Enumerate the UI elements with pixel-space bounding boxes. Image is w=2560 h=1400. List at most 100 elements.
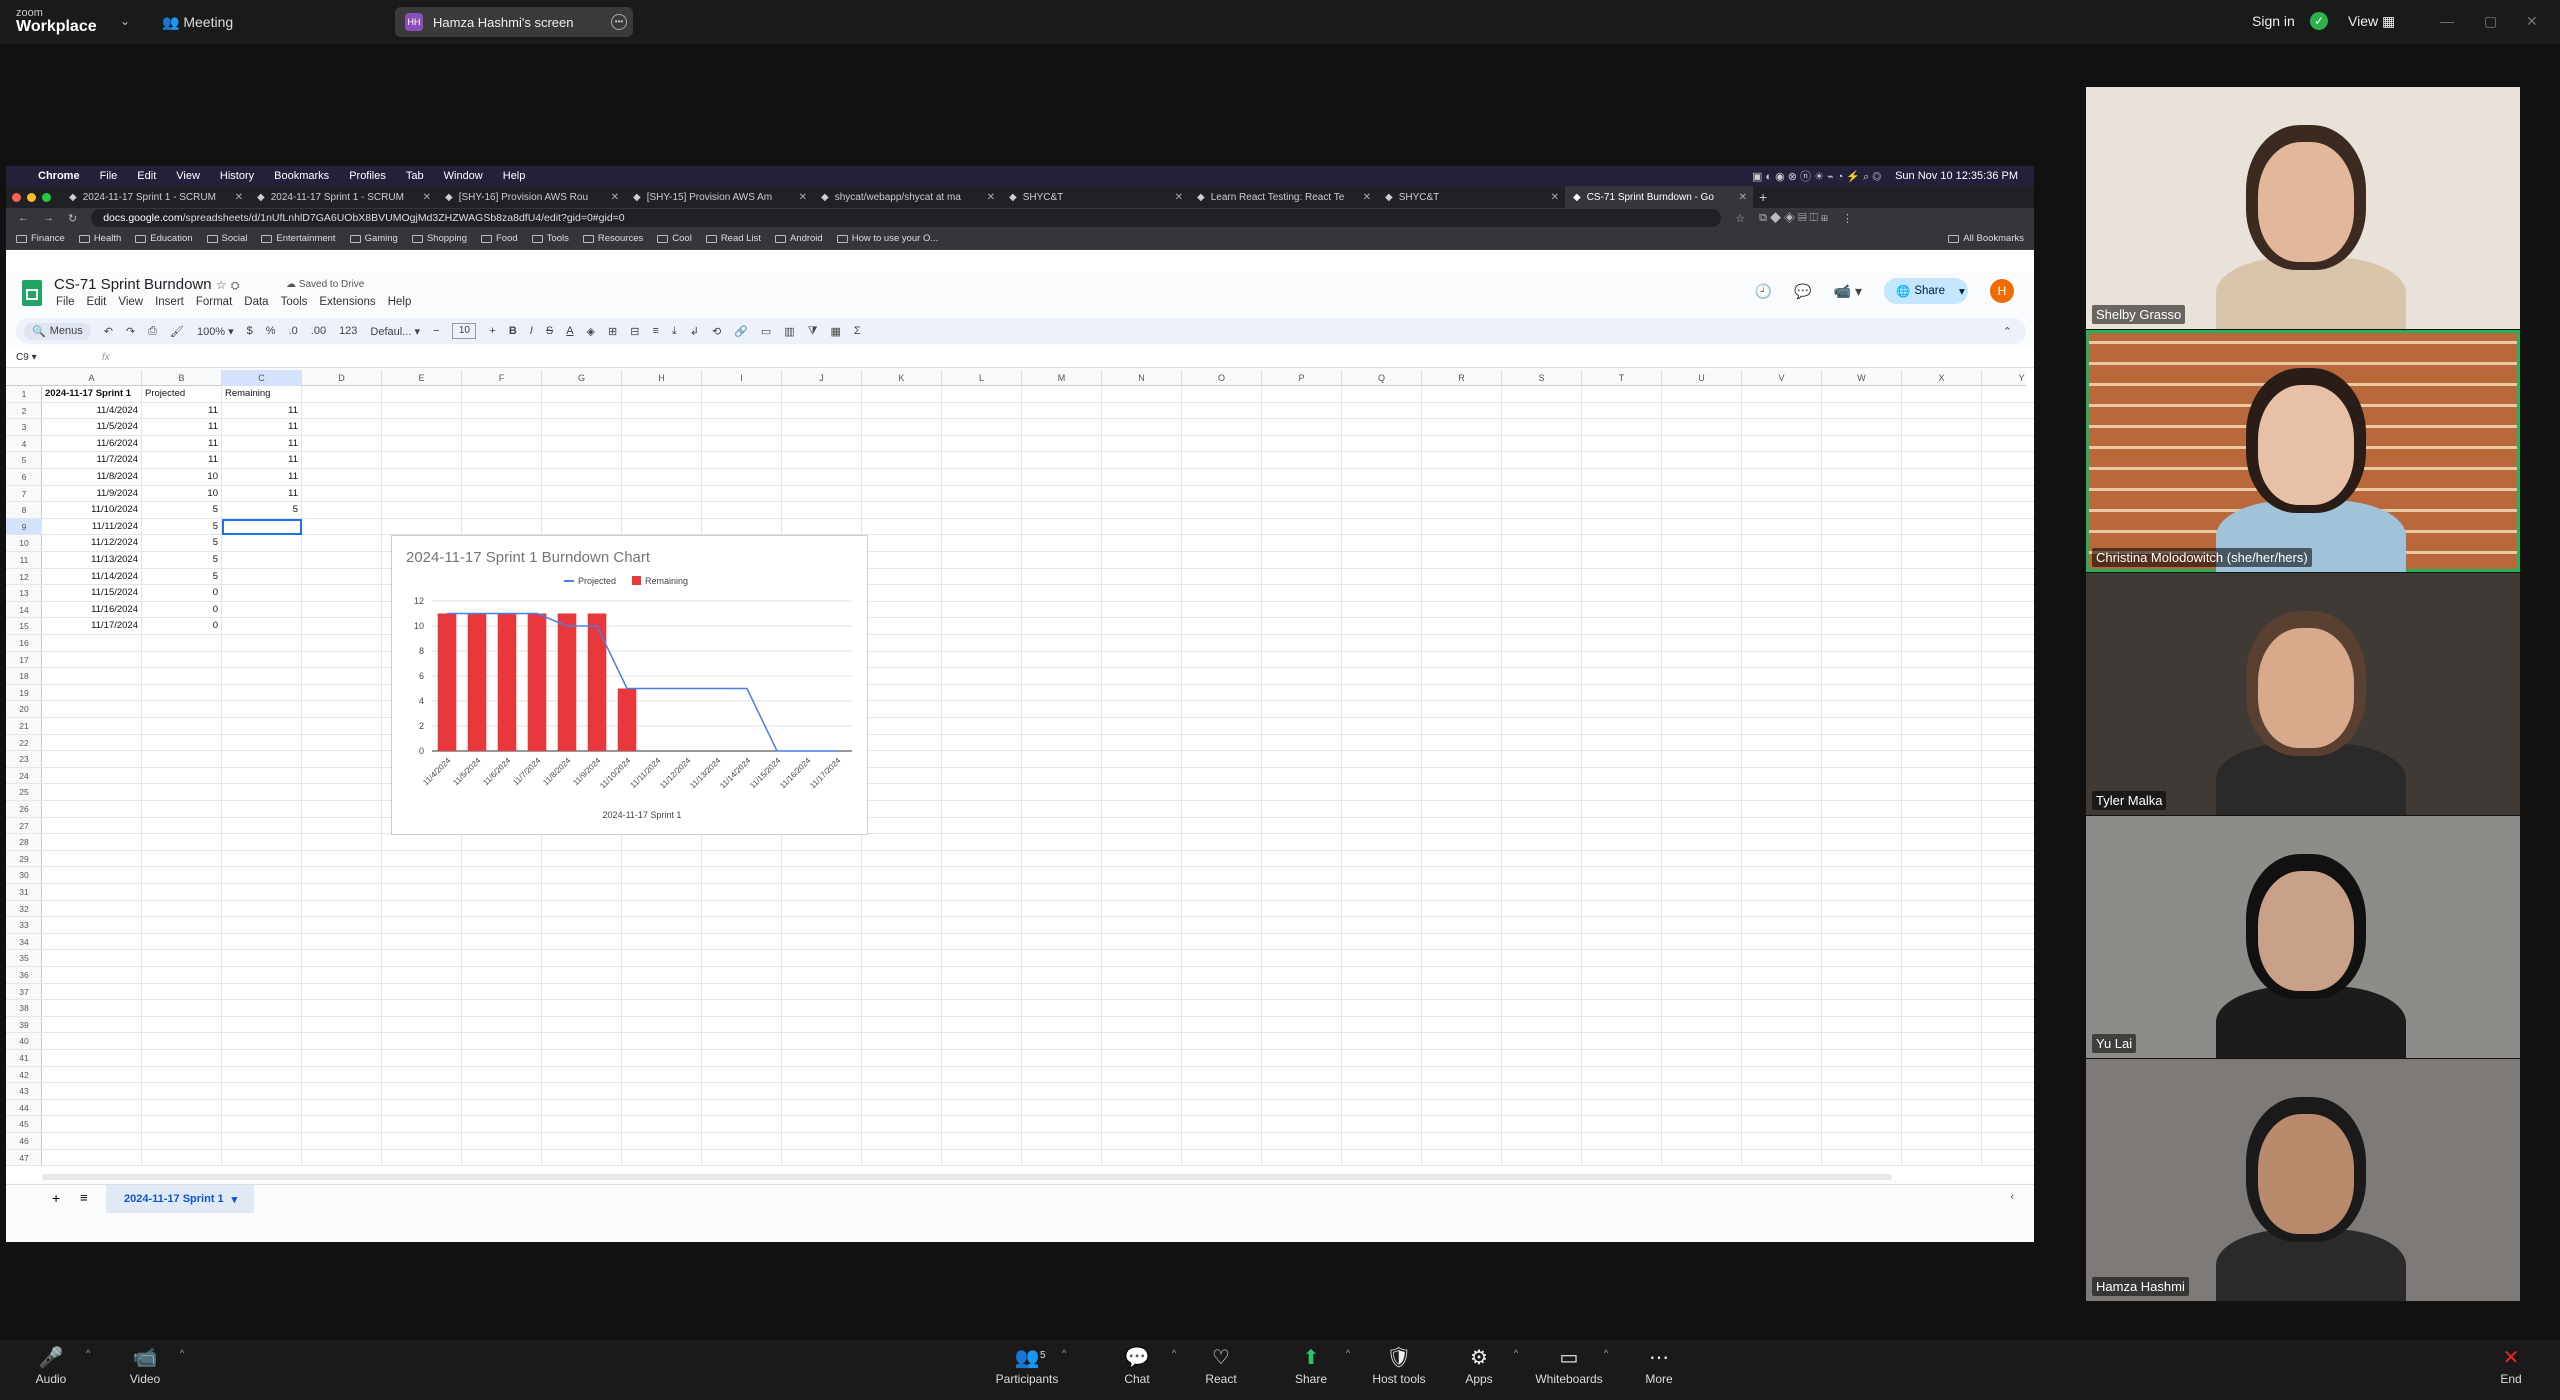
chevron-up-icon[interactable]: ^: [1062, 1348, 1066, 1358]
participants-button[interactable]: 👥 Participants 5 ^: [982, 1344, 1072, 1386]
apps-button[interactable]: ⚙ Apps ^: [1434, 1344, 1524, 1386]
more-icon[interactable]: •••: [611, 14, 627, 30]
table-cell[interactable]: 11/17/2024: [45, 618, 138, 635]
text-color-icon[interactable]: A: [566, 325, 573, 337]
sheets-menu-edit[interactable]: Edit: [87, 296, 107, 308]
row-header[interactable]: 14: [6, 602, 42, 619]
participant-tile[interactable]: Hamza Hashmi: [2086, 1059, 2520, 1301]
participant-tile[interactable]: Tyler Malka: [2086, 573, 2520, 815]
bookmark-item[interactable]: Food: [481, 233, 518, 244]
table-cell[interactable]: 0: [145, 602, 218, 619]
table-cell[interactable]: [225, 618, 298, 635]
more-button[interactable]: ⋯ More: [1614, 1344, 1704, 1386]
browser-tab[interactable]: ◆ [SHY-15] Provision AWS Am ✕: [625, 186, 813, 208]
column-header[interactable]: P: [1262, 370, 1342, 386]
column-header[interactable]: C: [222, 370, 302, 386]
add-sheet-icon[interactable]: +: [52, 1190, 60, 1206]
font-size-input[interactable]: 10: [452, 323, 477, 339]
back-icon[interactable]: ←: [18, 212, 29, 224]
table-cell[interactable]: 5: [145, 569, 218, 586]
host-tools-button[interactable]: 🛡 Host tools: [1354, 1344, 1444, 1386]
sign-in-button[interactable]: Sign in: [2252, 13, 2295, 29]
star-icon[interactable]: ☆: [1735, 212, 1745, 225]
row-header[interactable]: 8: [6, 502, 42, 519]
valign-icon[interactable]: ⤓: [672, 325, 677, 338]
column-header[interactable]: S: [1502, 370, 1582, 386]
sheets-logo-icon[interactable]: [22, 280, 42, 306]
row-header[interactable]: 29: [6, 851, 42, 868]
bold-icon[interactable]: B: [509, 325, 517, 337]
chevron-up-icon[interactable]: ^: [180, 1348, 184, 1358]
search-menus[interactable]: 🔍 Menus: [24, 322, 91, 340]
close-icon[interactable]: ✕: [2526, 13, 2538, 30]
row-header[interactable]: 36: [6, 967, 42, 984]
row-header[interactable]: 19: [6, 685, 42, 702]
column-header[interactable]: E: [382, 370, 462, 386]
view-button[interactable]: View ▦: [2348, 13, 2395, 30]
user-avatar[interactable]: H: [1990, 279, 2014, 303]
chevron-down-icon[interactable]: ▾: [1959, 284, 1965, 298]
participant-tile[interactable]: Christina Molodowitch (she/her/hers): [2086, 330, 2520, 572]
row-header[interactable]: 22: [6, 735, 42, 752]
table-cell[interactable]: 11/8/2024: [45, 469, 138, 486]
all-bookmarks[interactable]: All Bookmarks: [1948, 233, 2024, 244]
table-cell[interactable]: 11/5/2024: [45, 419, 138, 436]
table-cell[interactable]: 11/14/2024: [45, 569, 138, 586]
mac-menu-help[interactable]: Help: [503, 170, 526, 182]
chevron-down-icon[interactable]: ⌄: [120, 14, 130, 28]
participant-tile[interactable]: Yu Lai: [2086, 816, 2520, 1058]
row-header[interactable]: 1: [6, 386, 42, 403]
table-cell[interactable]: 11: [225, 419, 298, 436]
row-header[interactable]: 25: [6, 784, 42, 801]
sheets-menu-tools[interactable]: Tools: [281, 296, 308, 308]
table-cell[interactable]: Remaining: [225, 386, 298, 403]
link-icon[interactable]: 🔗: [734, 325, 748, 338]
chevron-down-icon[interactable]: ▾: [232, 1193, 238, 1206]
row-header[interactable]: 10: [6, 535, 42, 552]
chart-bar[interactable]: [557, 613, 577, 752]
bookmark-item[interactable]: Gaming: [349, 233, 398, 244]
filter-views-icon[interactable]: ▦: [831, 325, 841, 338]
fill-color-icon[interactable]: ◈: [587, 325, 595, 338]
close-tab-icon[interactable]: ✕: [799, 192, 807, 203]
table-cell[interactable]: 11/16/2024: [45, 602, 138, 619]
close-tab-icon[interactable]: ✕: [235, 192, 243, 203]
row-header[interactable]: 33: [6, 917, 42, 934]
table-cell[interactable]: 5: [145, 502, 218, 519]
undo-icon[interactable]: ↶: [104, 325, 113, 338]
name-box[interactable]: C9 ▾: [16, 352, 37, 363]
column-header[interactable]: F: [462, 370, 542, 386]
table-cell[interactable]: 11/12/2024: [45, 535, 138, 552]
table-cell[interactable]: 11: [225, 403, 298, 420]
bookmark-item[interactable]: Cool: [657, 233, 692, 244]
end-button[interactable]: ✕ End: [2466, 1344, 2556, 1386]
row-header[interactable]: 44: [6, 1100, 42, 1117]
table-cell[interactable]: 11: [145, 452, 218, 469]
sheets-menu-format[interactable]: Format: [196, 296, 232, 308]
column-header[interactable]: X: [1902, 370, 1982, 386]
table-cell[interactable]: 0: [145, 618, 218, 635]
comment-icon[interactable]: ▭: [761, 325, 771, 338]
browser-tab[interactable]: ◆ 2024-11-17 Sprint 1 - SCRUM ✕: [249, 186, 437, 208]
mac-menu-view[interactable]: View: [176, 170, 200, 182]
minimize-icon[interactable]: —: [2440, 13, 2454, 29]
chart-bar[interactable]: [587, 613, 607, 752]
whiteboards-button[interactable]: ▭ Whiteboards ^: [1524, 1344, 1614, 1386]
row-header[interactable]: 6: [6, 469, 42, 486]
column-header[interactable]: A: [42, 370, 142, 386]
redo-icon[interactable]: ↷: [126, 325, 135, 338]
bookmark-item[interactable]: Finance: [16, 233, 65, 244]
mac-menu-bookmarks[interactable]: Bookmarks: [274, 170, 329, 182]
close-tab-icon[interactable]: ✕: [1739, 192, 1747, 203]
row-header[interactable]: 23: [6, 751, 42, 768]
burndown-chart[interactable]: 2024-11-17 Sprint 1 Burndown Chart Projec…: [391, 535, 868, 835]
browser-tab[interactable]: ◆ CS-71 Sprint Burndown - Go ✕: [1565, 186, 1753, 208]
browser-tab[interactable]: ◆ SHYC&T ✕: [1377, 186, 1565, 208]
row-header[interactable]: 11: [6, 552, 42, 569]
close-tab-icon[interactable]: ✕: [1363, 192, 1371, 203]
column-header[interactable]: K: [862, 370, 942, 386]
row-header[interactable]: 47: [6, 1150, 42, 1167]
row-header[interactable]: 37: [6, 984, 42, 1001]
wrap-icon[interactable]: ↲: [690, 325, 699, 338]
table-cell[interactable]: 5: [145, 552, 218, 569]
